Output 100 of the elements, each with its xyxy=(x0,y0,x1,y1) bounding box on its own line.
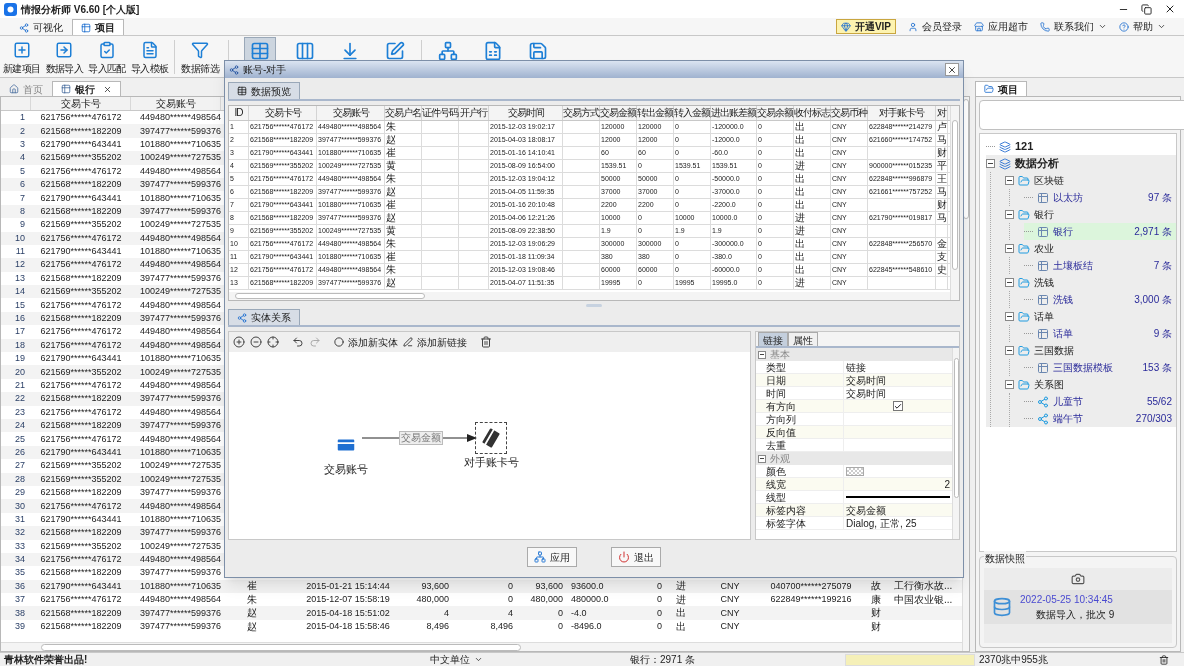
tree-item[interactable]: 三国数据 xyxy=(1005,342,1176,359)
tree-item[interactable]: 洗钱 3,000 条 xyxy=(1024,291,1176,308)
collapse-icon[interactable] xyxy=(1005,312,1014,321)
tree-item[interactable]: 数据分析 xyxy=(986,155,1176,172)
collapse-icon[interactable] xyxy=(758,454,766,463)
tree-item[interactable]: 农业 xyxy=(1005,240,1176,257)
graph-tool-button[interactable]: 添加新链接 xyxy=(403,334,467,350)
row-number: 36 xyxy=(14,581,25,591)
toolbar-button[interactable]: 数据导入 xyxy=(43,36,86,77)
scrollbar[interactable] xyxy=(41,643,521,651)
fit-icon[interactable] xyxy=(267,336,279,348)
entity-node[interactable] xyxy=(475,422,507,454)
trash-icon[interactable] xyxy=(480,336,492,348)
column-header[interactable]: 交易卡号 xyxy=(31,97,131,110)
close-tab-icon[interactable] xyxy=(103,84,112,94)
property-value[interactable]: 交易时间 xyxy=(846,372,886,388)
tree-item[interactable]: 话单 9 条 xyxy=(1024,325,1176,342)
tree-item[interactable]: 银行 2,971 条 xyxy=(1024,223,1176,240)
column-header[interactable]: 交易余额 xyxy=(757,106,794,120)
column-header[interactable]: 对手账卡号 xyxy=(868,106,936,120)
column-header[interactable]: 进出账差额 xyxy=(711,106,757,120)
toolbar-button[interactable]: 导入匹配 xyxy=(86,36,128,77)
table-cell-text: 621568******182209 xyxy=(39,394,123,404)
property-value[interactable]: 2 xyxy=(944,476,950,492)
color-swatch[interactable] xyxy=(846,466,864,476)
vip-button[interactable]: 开通VIP xyxy=(835,19,896,34)
collapse-icon[interactable] xyxy=(1005,380,1014,389)
table-cell: 出 xyxy=(794,134,831,146)
main-tab[interactable]: 可视化 xyxy=(10,19,72,35)
table-cell-text: 621756******476172 xyxy=(39,327,123,337)
unit-dropdown[interactable]: 中文单位 xyxy=(430,652,630,666)
header-link[interactable]: 帮助 xyxy=(1119,19,1166,34)
column-header[interactable]: 转入金额 xyxy=(674,106,711,120)
column-header[interactable]: 交易账号 xyxy=(317,106,385,120)
column-header[interactable]: 证件号码 xyxy=(422,106,459,120)
property-tab[interactable]: 属性 xyxy=(788,332,818,346)
column-header[interactable]: 对 xyxy=(936,106,948,120)
property-tab[interactable]: 链接 xyxy=(758,332,788,346)
toolbar-button[interactable]: 新建项目 xyxy=(1,36,43,77)
tree-item[interactable]: 洗钱 xyxy=(1005,274,1176,291)
property-value[interactable]: 交易时间 xyxy=(846,385,886,401)
tree-item[interactable]: 区块链 xyxy=(1005,172,1176,189)
close-button[interactable] xyxy=(1164,3,1176,15)
exit-button[interactable]: 退出 xyxy=(611,547,661,567)
search-field[interactable] xyxy=(979,100,1184,130)
column-header[interactable]: 收付标志 xyxy=(794,106,831,120)
tree-item[interactable]: 121 xyxy=(986,138,1176,155)
collapse-icon[interactable] xyxy=(1005,346,1014,355)
undo-icon[interactable] xyxy=(292,336,304,348)
header-link[interactable]: 联系我们 xyxy=(1040,19,1107,34)
header-link[interactable]: 会员登录 xyxy=(908,19,962,34)
tree-item[interactable]: 关系图 xyxy=(1005,376,1176,393)
zoom-in-icon[interactable] xyxy=(233,336,245,348)
camera-icon[interactable] xyxy=(1071,572,1085,586)
column-header[interactable]: 交易币种 xyxy=(831,106,868,120)
collapse-icon[interactable] xyxy=(1005,210,1014,219)
scrollbar[interactable] xyxy=(235,293,425,299)
tree-item[interactable]: 端午节 270/303 xyxy=(1024,410,1176,427)
project-tab[interactable]: 项目 xyxy=(975,81,1027,96)
relation-tab[interactable]: 实体关系 xyxy=(228,309,300,325)
tree-item[interactable]: 话单 xyxy=(1005,308,1176,325)
checkbox[interactable] xyxy=(893,401,903,411)
preview-tab[interactable]: 数据预览 xyxy=(228,82,300,99)
property-value[interactable]: 交易金额 xyxy=(846,502,886,518)
property-value[interactable]: Dialog, 正常, 25 xyxy=(846,515,917,531)
tree-item[interactable]: 银行 xyxy=(1005,206,1176,223)
close-button[interactable] xyxy=(945,63,959,76)
link-label[interactable]: 交易金额 xyxy=(399,431,443,445)
trash-icon[interactable] xyxy=(1159,654,1169,665)
column-header[interactable]: 交易户名 xyxy=(385,106,422,120)
tree-item[interactable]: 以太坊 97 条 xyxy=(1024,189,1176,206)
graph-tool-button[interactable]: 添加新实体 xyxy=(334,334,398,350)
tree-label: 土壤板结 xyxy=(1053,259,1093,273)
column-header[interactable]: 转出金额 xyxy=(637,106,674,120)
collapse-icon[interactable] xyxy=(1005,176,1014,185)
column-header[interactable]: 交易金额 xyxy=(600,106,637,120)
apply-button[interactable]: 应用 xyxy=(527,547,577,567)
tree-item[interactable]: 儿童节 55/62 xyxy=(1024,393,1176,410)
column-header[interactable]: 交易方式 xyxy=(563,106,600,120)
collapse-icon[interactable] xyxy=(1005,244,1014,253)
column-header[interactable]: 交易卡号 xyxy=(249,106,317,120)
column-header[interactable]: 交易时间 xyxy=(489,106,563,120)
collapse-icon[interactable] xyxy=(986,159,995,168)
scrollbar[interactable] xyxy=(952,120,958,270)
column-header[interactable]: 交易账号 xyxy=(131,97,221,110)
toolbar-button[interactable]: 数据筛选 xyxy=(179,36,222,77)
column-header[interactable]: ID xyxy=(229,106,249,120)
document-tab[interactable]: 银行 xyxy=(52,81,121,96)
toolbar-button[interactable]: 导入模板 xyxy=(128,36,171,77)
property-value[interactable]: 链接 xyxy=(846,359,866,375)
collapse-icon[interactable] xyxy=(1005,278,1014,287)
tree-item[interactable]: 土壤板结 7 条 xyxy=(1024,257,1176,274)
column-header[interactable]: 开户行 xyxy=(459,106,489,120)
scrollbar[interactable] xyxy=(953,358,959,498)
tree-item[interactable]: 三国数据模板 153 条 xyxy=(1024,359,1176,376)
header-link[interactable]: 应用超市 xyxy=(974,19,1028,34)
zoom-out-icon[interactable] xyxy=(250,336,262,348)
restore-button[interactable] xyxy=(1141,3,1152,15)
main-tab[interactable]: 项目 xyxy=(72,19,124,35)
collapse-icon[interactable] xyxy=(758,350,766,359)
